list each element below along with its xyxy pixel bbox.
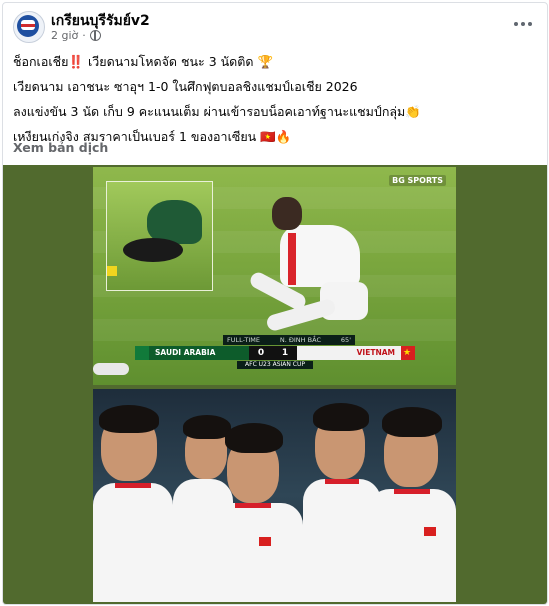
globe-icon[interactable] xyxy=(89,30,101,41)
vietnam-flag-icon xyxy=(401,346,415,360)
vietnam-flag-icon xyxy=(259,537,271,546)
post-meta: 2 giờ · xyxy=(51,29,101,42)
post-media[interactable]: BG SPORTS FULL-TIME N. ĐINH BẮC 65' SAUD… xyxy=(3,165,547,604)
post-header: เกรียนบุรีรัมย์v2 2 giờ · xyxy=(13,11,537,45)
competition-label: AFC U23 ASIAN CUP xyxy=(237,361,313,369)
post-line: ช็อกเอเชีย‼️ เวียดนามโหดจัด ชนะ 3 นัดติด… xyxy=(13,54,274,69)
saudi-flag-icon xyxy=(135,346,149,360)
scoreboard: FULL-TIME N. ĐINH BẮC 65' SAUDI ARABIA 0… xyxy=(135,335,415,369)
vietnam-flag-icon xyxy=(424,527,436,536)
celebration-photo xyxy=(93,389,456,602)
seated-player-figure xyxy=(247,197,368,342)
inset-replay-image xyxy=(106,181,213,291)
post-card: เกรียนบุรีรัมย์v2 2 giờ · ช็อกเอเชีย‼️ เ… xyxy=(2,2,548,605)
more-horizontal-icon xyxy=(514,22,518,26)
channel-logo: BG SPORTS xyxy=(389,175,446,186)
broadcast-frame: BG SPORTS FULL-TIME N. ĐINH BẮC 65' SAUD… xyxy=(93,167,456,385)
match-photo[interactable]: BG SPORTS FULL-TIME N. ĐINH BẮC 65' SAUD… xyxy=(93,167,456,602)
team-right: VIETNAM xyxy=(297,346,401,360)
team-left: SAUDI ARABIA xyxy=(149,346,249,360)
score-right: 1 xyxy=(273,346,297,360)
page-avatar[interactable] xyxy=(13,11,45,43)
score-left: 0 xyxy=(249,346,273,360)
post-text: ช็อกเอเชีย‼️ เวียดนามโหดจัด ชนะ 3 นัดติด… xyxy=(13,49,537,149)
see-translation-link[interactable]: Xem bản dịch xyxy=(13,140,108,155)
post-time[interactable]: 2 giờ xyxy=(51,29,78,42)
more-options-button[interactable] xyxy=(511,15,535,33)
post-line: ลงแข่งขัน 3 นัด เก็บ 9 คะแนนเต็ม ผ่านเข้… xyxy=(13,104,421,119)
scoreboard-status: FULL-TIME N. ĐINH BẮC 65' xyxy=(223,335,355,345)
player-boot xyxy=(93,363,129,375)
meta-separator: · xyxy=(82,29,86,42)
post-line: เวียดนาม เอาชนะ ซาอุฯ 1-0 ในศึกฟุตบอลชิง… xyxy=(13,79,358,94)
